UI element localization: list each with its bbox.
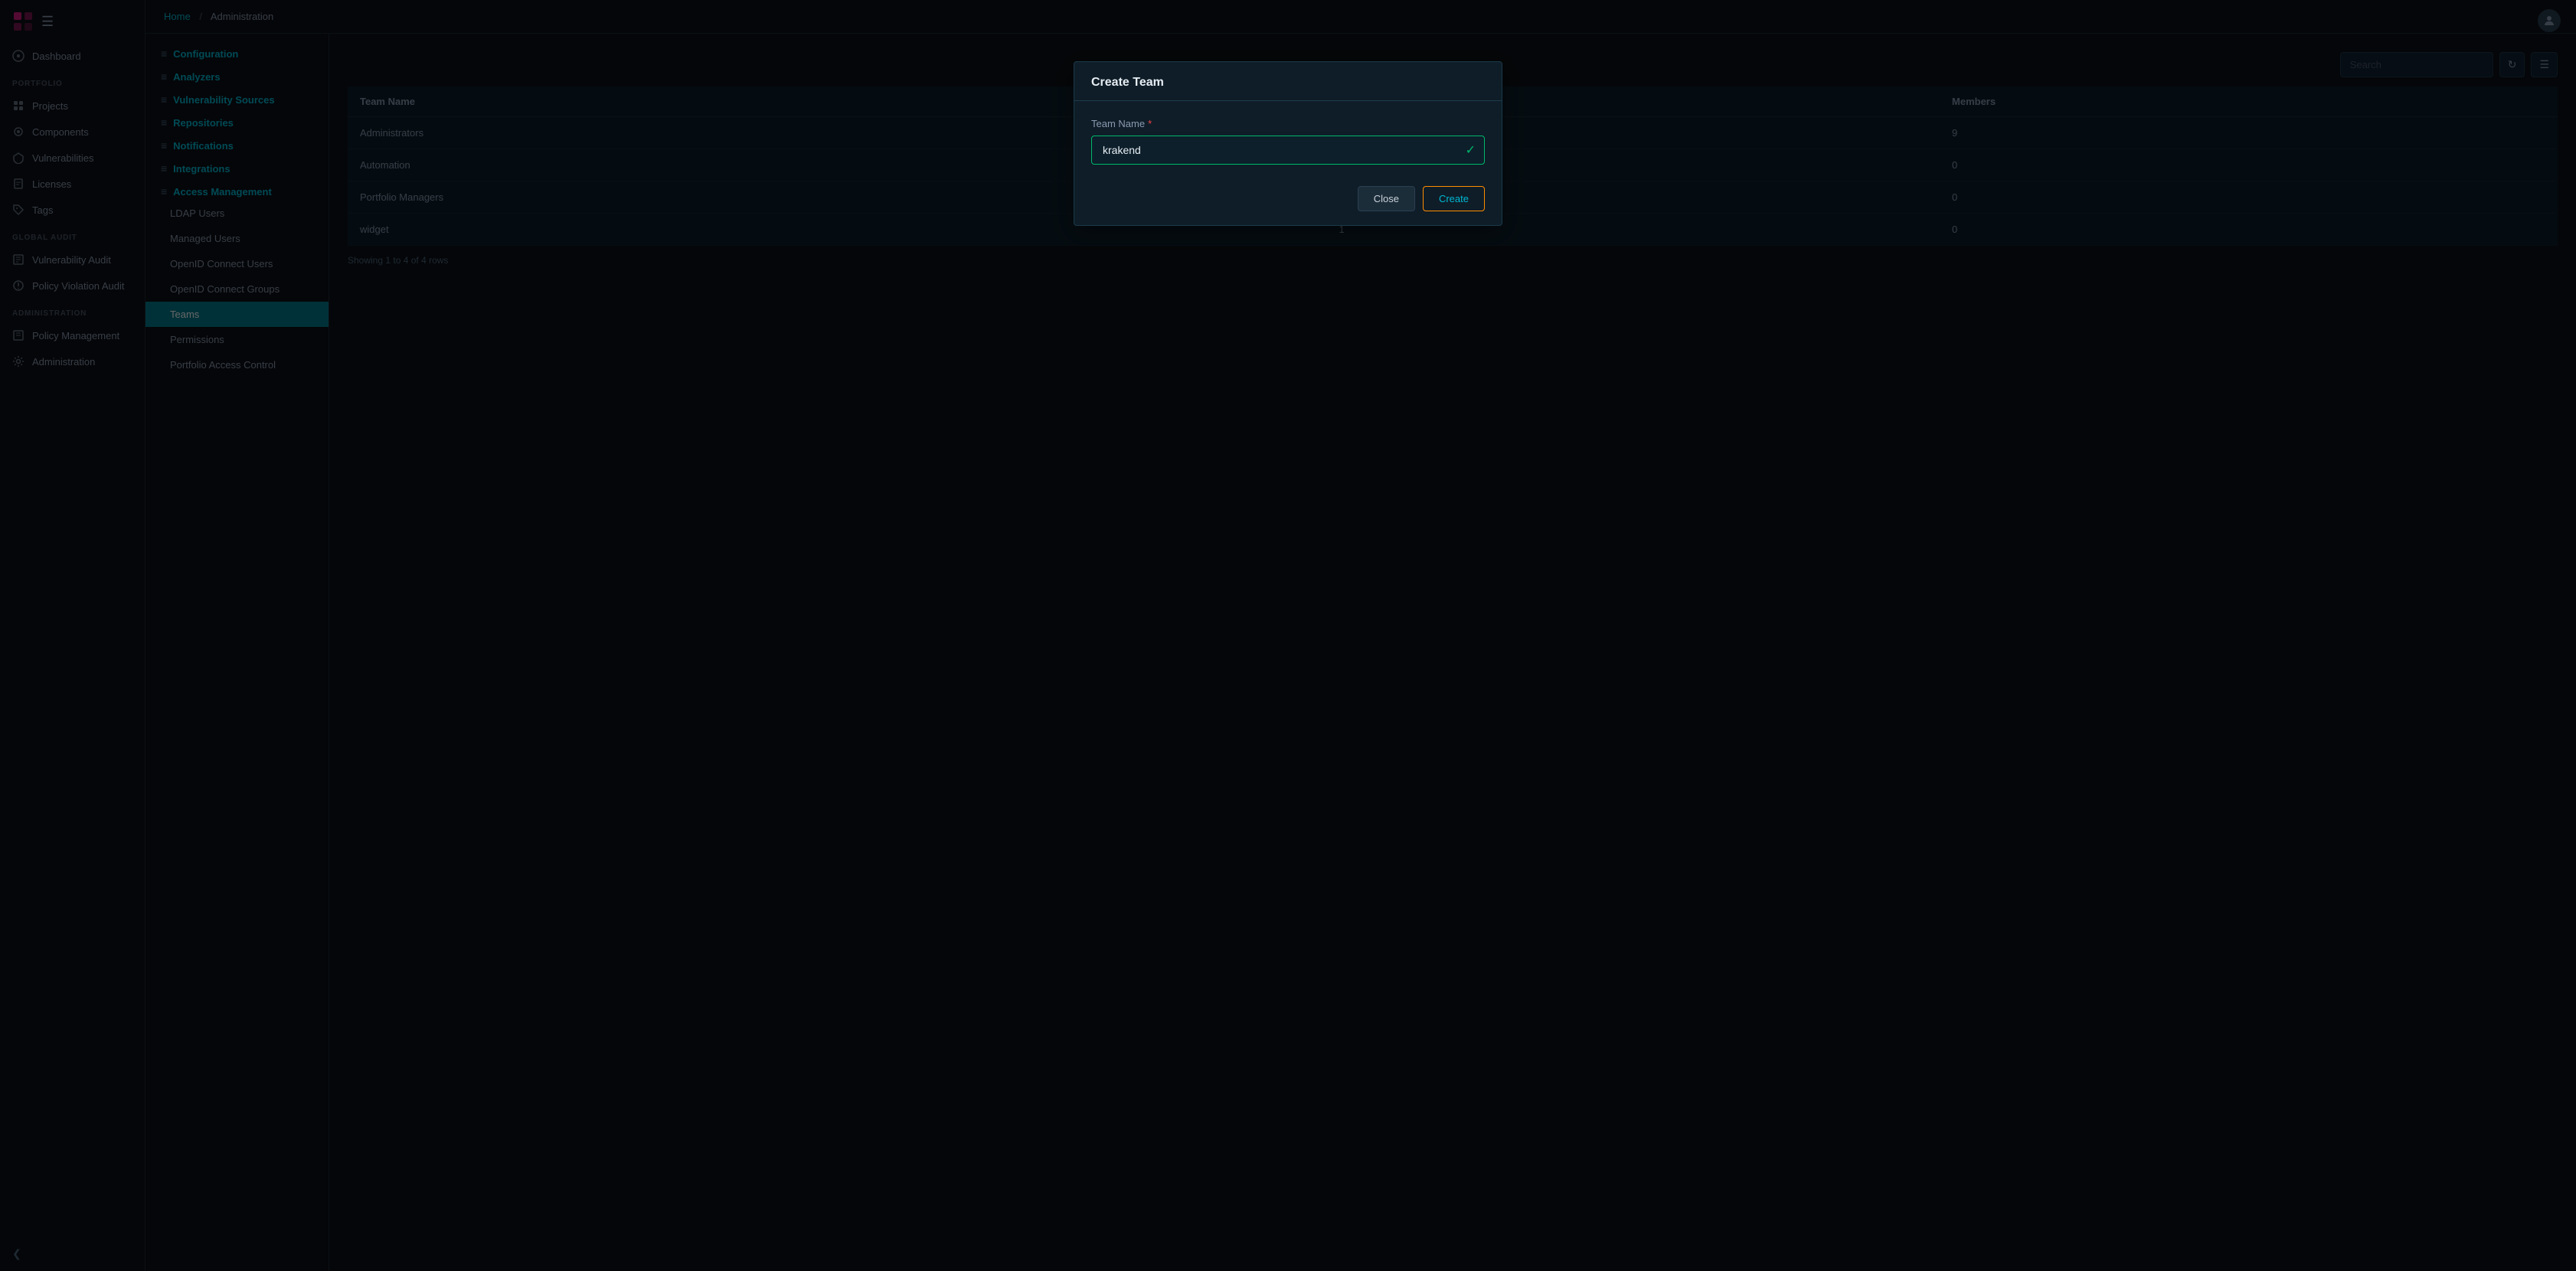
modal-overlay: Create Team Team Name * ✓ Close Create <box>0 0 2576 1271</box>
required-indicator: * <box>1148 118 1152 129</box>
create-team-modal: Create Team Team Name * ✓ Close Create <box>1074 61 1502 226</box>
team-name-input-wrapper: ✓ <box>1091 136 1485 165</box>
close-button[interactable]: Close <box>1358 186 1415 211</box>
team-name-label: Team Name * <box>1091 118 1485 129</box>
create-button[interactable]: Create <box>1423 186 1485 211</box>
team-name-label-text: Team Name <box>1091 118 1145 129</box>
modal-footer: Close Create <box>1074 175 1502 225</box>
team-name-input[interactable] <box>1091 136 1485 165</box>
modal-title: Create Team <box>1074 62 1502 101</box>
input-valid-check-icon: ✓ <box>1466 142 1476 158</box>
modal-body: Team Name * ✓ <box>1074 101 1502 175</box>
